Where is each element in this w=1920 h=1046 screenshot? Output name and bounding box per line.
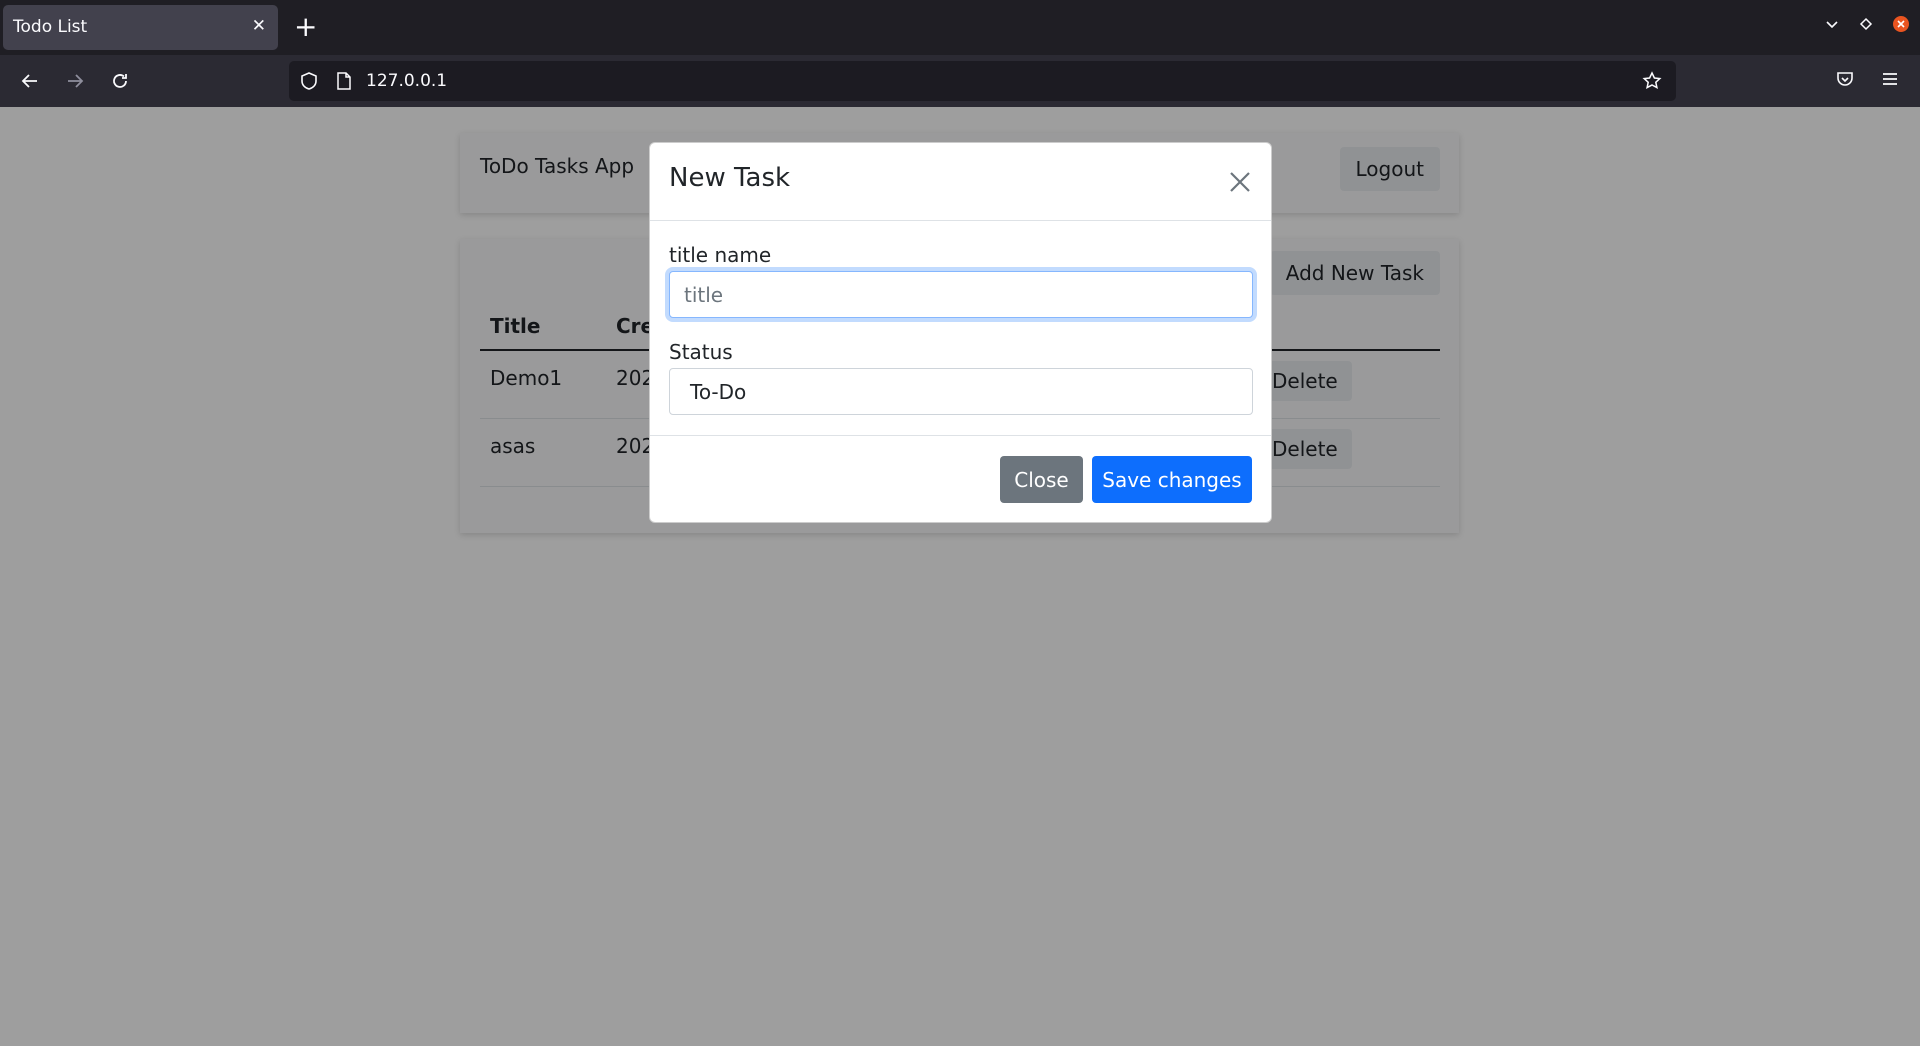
- bookmark-star-icon[interactable]: [1642, 71, 1662, 95]
- tab-close-icon[interactable]: ✕: [252, 16, 266, 36]
- status-select[interactable]: To-Do: [669, 368, 1253, 415]
- close-button[interactable]: Close: [1000, 456, 1083, 503]
- new-task-modal: New Task title name Status To-Do Close S…: [649, 142, 1272, 523]
- page-icon[interactable]: [335, 71, 353, 95]
- modal-title: New Task: [669, 163, 791, 193]
- close-icon[interactable]: [1225, 167, 1255, 197]
- browser-nav-bar: 127.0.0.1: [0, 55, 1920, 107]
- title-field-label: title name: [669, 243, 772, 267]
- modal-header: New Task: [650, 143, 1271, 221]
- browser-tab-bar: Todo List ✕ +: [0, 0, 1920, 55]
- menu-icon[interactable]: [1880, 69, 1900, 93]
- tab-title: Todo List: [13, 17, 88, 37]
- status-field-label: Status: [669, 340, 733, 364]
- back-icon[interactable]: [17, 68, 43, 94]
- url-text: 127.0.0.1: [366, 71, 448, 91]
- save-changes-button[interactable]: Save changes: [1092, 456, 1252, 503]
- list-tabs-icon[interactable]: [1824, 16, 1840, 32]
- status-selected-value: To-Do: [690, 379, 747, 404]
- pocket-icon[interactable]: [1835, 69, 1855, 93]
- browser-tab[interactable]: Todo List ✕: [3, 5, 278, 50]
- forward-icon[interactable]: [62, 68, 88, 94]
- modal-footer: Close Save changes: [650, 435, 1271, 524]
- tabbar-controls: [1824, 15, 1910, 33]
- url-bar[interactable]: 127.0.0.1: [289, 61, 1676, 101]
- new-tab-icon[interactable]: +: [294, 10, 317, 44]
- title-input[interactable]: [669, 271, 1253, 318]
- window-close-icon[interactable]: [1892, 15, 1910, 33]
- extension-icon[interactable]: [1858, 16, 1874, 32]
- reload-icon[interactable]: [107, 68, 133, 94]
- shield-icon[interactable]: [299, 71, 319, 95]
